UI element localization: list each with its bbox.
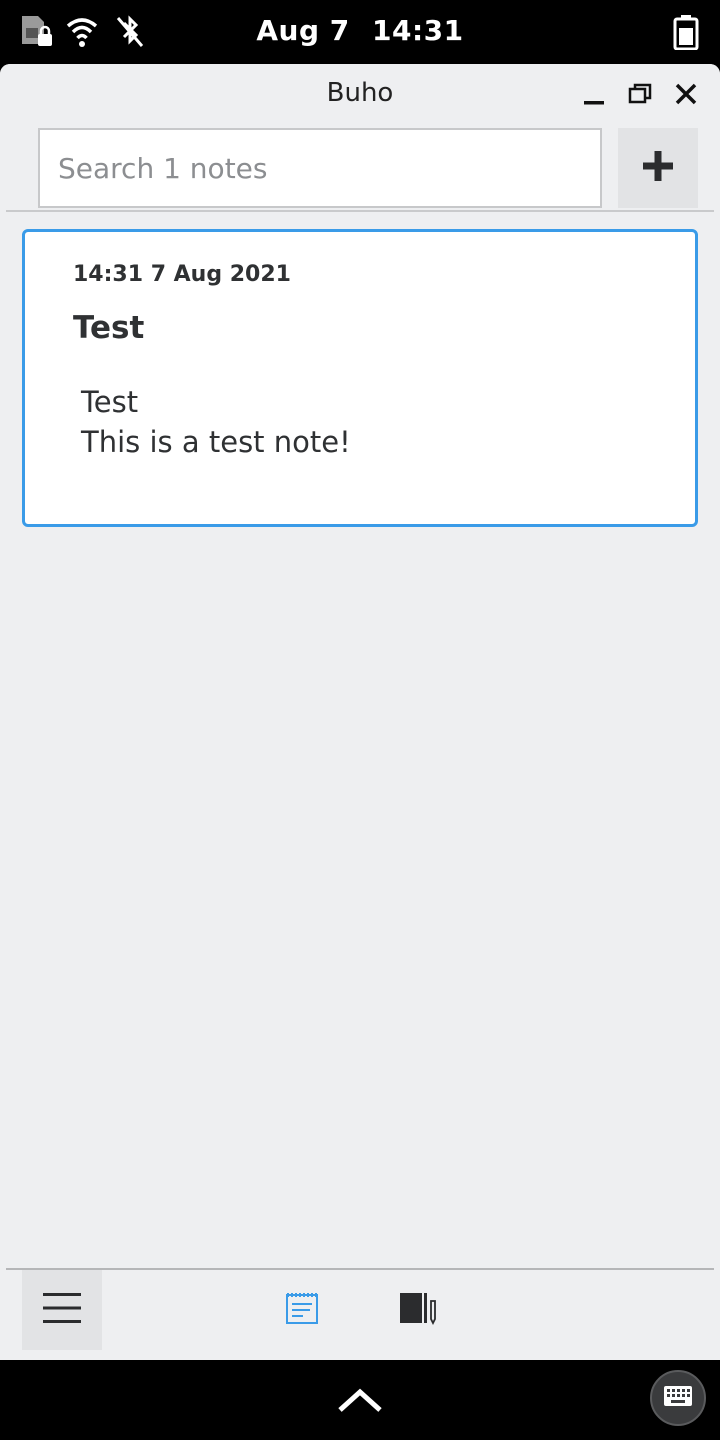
header-divider: [6, 210, 714, 212]
add-note-button[interactable]: [618, 128, 698, 208]
note-body: Test This is a test note!: [81, 382, 351, 462]
minimize-icon: [582, 82, 606, 110]
maximize-button[interactable]: [622, 78, 658, 114]
plus-icon: [641, 149, 675, 187]
status-time: 14:31: [372, 14, 464, 47]
keyboard-icon: [663, 1384, 693, 1412]
maximize-icon: [628, 82, 652, 110]
title-bar: Buho: [0, 64, 720, 128]
minimize-button[interactable]: [576, 78, 612, 114]
hamburger-menu-icon: [43, 1291, 81, 1329]
note-date: 14:31 7 Aug 2021: [73, 262, 291, 287]
menu-button[interactable]: [22, 1270, 102, 1350]
system-nav-bar: [0, 1360, 720, 1440]
search-field[interactable]: [38, 128, 602, 208]
note-body-line: Test: [81, 385, 139, 419]
notes-view-button[interactable]: [282, 1290, 322, 1330]
keyboard-toggle-button[interactable]: [650, 1370, 706, 1426]
window-title: Buho: [326, 78, 394, 108]
phone-screen: Aug 7 14:31 Buho Search 1 notes 14:31 7 …: [0, 0, 720, 1440]
note-body-line: This is a test note!: [81, 425, 351, 459]
status-bar: Aug 7 14:31: [0, 0, 720, 64]
battery-icon: [672, 14, 700, 54]
search-input[interactable]: [40, 130, 600, 206]
close-icon: [674, 82, 698, 110]
books-view-button[interactable]: [398, 1290, 438, 1330]
note-title: Test: [73, 310, 145, 346]
notes-view-icon: [285, 1291, 319, 1329]
close-button[interactable]: [668, 78, 704, 114]
books-view-icon: [398, 1291, 438, 1329]
bottom-toolbar: [0, 1270, 720, 1360]
status-clock: Aug 7 14:31: [0, 14, 720, 47]
app-drawer-button[interactable]: [336, 1380, 384, 1420]
app-window: Buho Search 1 notes 14:31 7 Aug 2021 Tes…: [0, 64, 720, 1360]
note-card[interactable]: 14:31 7 Aug 2021 Test Test This is a tes…: [22, 229, 698, 527]
status-date: Aug 7: [256, 14, 350, 47]
chevron-up-icon: [336, 1388, 384, 1424]
